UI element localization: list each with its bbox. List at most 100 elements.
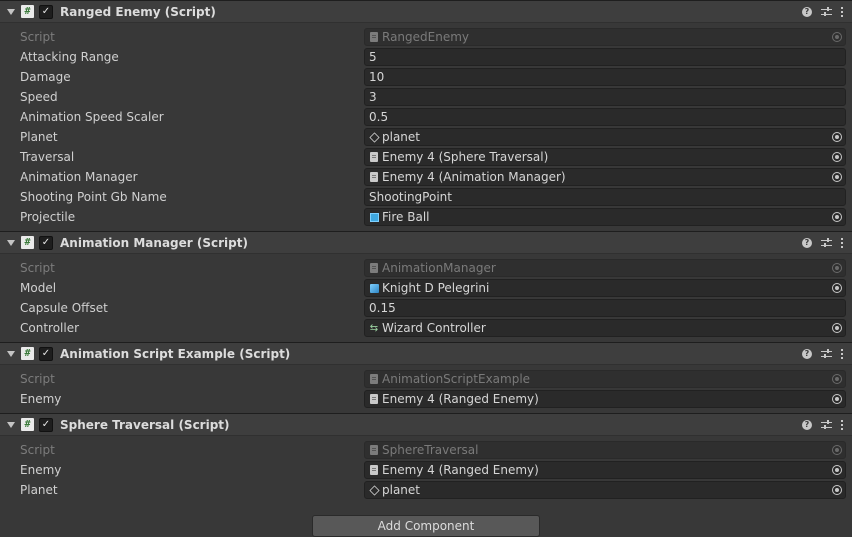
script-doc-icon (369, 374, 379, 385)
gameobject-icon (368, 131, 380, 143)
field-value: Wizard Controller (382, 321, 486, 335)
help-icon[interactable]: ? (802, 348, 812, 359)
property-row: Shooting Point Gb Name ShootingPoint (0, 187, 852, 207)
object-picker-icon[interactable] (832, 172, 842, 182)
object-field[interactable]: planet (364, 481, 846, 499)
value-field[interactable]: 10 (364, 68, 846, 86)
help-icon[interactable]: ? (802, 237, 812, 248)
property-label: Traversal (20, 150, 75, 164)
object-picker-icon[interactable] (832, 132, 842, 142)
field-value: Enemy 4 (Ranged Enemy) (382, 392, 539, 406)
object-field[interactable]: ⇆ Wizard Controller (364, 319, 846, 337)
model-prefab-icon (369, 283, 379, 294)
field-value: ShootingPoint (369, 190, 452, 204)
component-properties: Script AnimationManager Model Knight D Pele… (0, 254, 852, 342)
header-tools: ? (802, 1, 844, 22)
script-icon: # (21, 5, 34, 18)
value-field[interactable]: 0.15 (364, 299, 846, 317)
property-row: Attacking Range 5 (0, 47, 852, 67)
foldout-arrow-icon[interactable] (7, 239, 15, 246)
component-title: Animation Manager (Script) (60, 235, 248, 250)
value-field[interactable]: ShootingPoint (364, 188, 846, 206)
script-doc-icon (369, 394, 379, 405)
header-tools: ? (802, 232, 844, 253)
field-value: planet (382, 130, 420, 144)
property-label: Script (20, 443, 55, 457)
object-field: RangedEnemy (364, 28, 846, 46)
property-row: Speed 3 (0, 87, 852, 107)
object-picker-icon[interactable] (832, 283, 842, 293)
object-picker-icon[interactable] (832, 212, 842, 222)
script-doc-icon (369, 32, 379, 43)
property-label: Animation Manager (20, 170, 138, 184)
object-picker-icon[interactable] (832, 152, 842, 162)
object-picker-icon[interactable] (832, 323, 842, 333)
field-value: planet (382, 483, 420, 497)
animator-controller-icon-glyph: ⇆ (369, 322, 379, 334)
inspector-panel: # ✓ Ranged Enemy (Script)? Script RangedEnem… (0, 0, 852, 504)
more-options-icon[interactable] (841, 237, 844, 248)
component-header[interactable]: # ✓ Animation Manager (Script)? (0, 231, 852, 254)
enabled-checkbox[interactable]: ✓ (39, 417, 53, 432)
property-label: Damage (20, 70, 71, 84)
presets-sliders-icon[interactable] (821, 348, 832, 359)
enabled-checkbox[interactable]: ✓ (39, 4, 53, 19)
script-doc-icon-glyph (370, 32, 378, 42)
script-doc-icon-glyph (370, 263, 378, 273)
property-label: Planet (20, 483, 58, 497)
script-icon: # (21, 418, 34, 431)
more-options-icon[interactable] (841, 6, 844, 17)
prefab-icon (369, 212, 379, 223)
component-header[interactable]: # ✓ Ranged Enemy (Script)? (0, 0, 852, 23)
more-options-icon[interactable] (841, 419, 844, 430)
value-field[interactable]: 0.5 (364, 108, 846, 126)
presets-sliders-icon[interactable] (821, 237, 832, 248)
object-field[interactable]: planet (364, 128, 846, 146)
field-value: 3 (369, 90, 377, 104)
property-row: Controller ⇆ Wizard Controller (0, 318, 852, 338)
add-component-button[interactable]: Add Component (312, 515, 540, 537)
component-header[interactable]: # ✓ Animation Script Example (Script)? (0, 342, 852, 365)
object-picker-icon[interactable] (832, 394, 842, 404)
field-value: Knight D Pelegrini (382, 281, 490, 295)
object-picker-icon[interactable] (832, 465, 842, 475)
object-field[interactable]: Enemy 4 (Ranged Enemy) (364, 461, 846, 479)
object-field[interactable]: Enemy 4 (Ranged Enemy) (364, 390, 846, 408)
script-doc-icon-glyph (370, 374, 378, 384)
component-title: Animation Script Example (Script) (60, 346, 291, 361)
presets-sliders-icon[interactable] (821, 419, 832, 430)
field-value: AnimationManager (382, 261, 496, 275)
field-value: 5 (369, 50, 377, 64)
header-tools: ? (802, 343, 844, 364)
header-tools: ? (802, 414, 844, 435)
component-header[interactable]: # ✓ Sphere Traversal (Script)? (0, 413, 852, 436)
object-field[interactable]: Fire Ball (364, 208, 846, 226)
value-field[interactable]: 3 (364, 88, 846, 106)
field-value: Enemy 4 (Animation Manager) (382, 170, 566, 184)
foldout-arrow-icon[interactable] (7, 8, 15, 15)
enabled-checkbox[interactable]: ✓ (39, 346, 53, 361)
property-row: Enemy Enemy 4 (Ranged Enemy) (0, 460, 852, 480)
object-field[interactable]: Enemy 4 (Sphere Traversal) (364, 148, 846, 166)
gameobject-icon (368, 484, 380, 496)
help-icon[interactable]: ? (802, 6, 812, 17)
property-row: Traversal Enemy 4 (Sphere Traversal) (0, 147, 852, 167)
property-row: Script AnimationScriptExample (0, 369, 852, 389)
field-value: Enemy 4 (Ranged Enemy) (382, 463, 539, 477)
presets-sliders-icon[interactable] (821, 6, 832, 17)
help-icon[interactable]: ? (802, 419, 812, 430)
component-properties: Script AnimationScriptExample Enemy Enemy 4… (0, 365, 852, 413)
object-picker-icon[interactable] (832, 485, 842, 495)
object-field[interactable]: Enemy 4 (Animation Manager) (364, 168, 846, 186)
object-field[interactable]: Knight D Pelegrini (364, 279, 846, 297)
script-icon: # (21, 236, 34, 249)
script-icon: # (21, 347, 34, 360)
enabled-checkbox[interactable]: ✓ (39, 235, 53, 250)
more-options-icon[interactable] (841, 348, 844, 359)
property-row: Planet planet (0, 480, 852, 500)
property-row: Enemy Enemy 4 (Ranged Enemy) (0, 389, 852, 409)
property-label: Animation Speed Scaler (20, 110, 164, 124)
foldout-arrow-icon[interactable] (7, 350, 15, 357)
value-field[interactable]: 5 (364, 48, 846, 66)
foldout-arrow-icon[interactable] (7, 421, 15, 428)
